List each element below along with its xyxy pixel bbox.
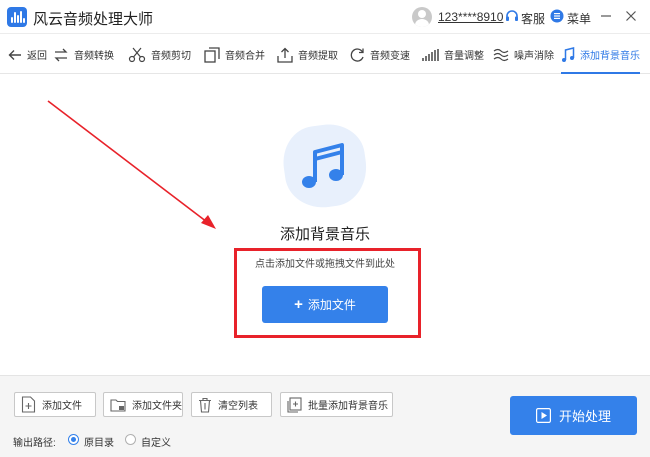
play-icon <box>535 408 551 423</box>
button-label: 添加文件夹 <box>132 401 182 412</box>
back-label: 返回 <box>27 51 47 62</box>
support-button[interactable]: 客服 <box>521 10 545 27</box>
app-logo-icon <box>7 7 27 27</box>
menu-button[interactable]: 菜单 <box>567 10 591 27</box>
tab-audio-cut[interactable]: 音频剪切 <box>128 36 191 73</box>
clear-list-button[interactable]: 清空列表 <box>191 392 272 417</box>
output-path-label: 输出路径: <box>13 438 56 449</box>
headset-icon[interactable] <box>505 9 519 23</box>
radio-custom-dir[interactable] <box>125 434 136 445</box>
scissors-icon <box>128 47 146 62</box>
tab-label: 音频剪切 <box>151 51 191 62</box>
tab-audio-convert[interactable]: 音频转换 <box>53 36 114 73</box>
tab-audio-merge[interactable]: 音频合并 <box>204 36 265 73</box>
tab-audio-speed[interactable]: 音频变速 <box>349 36 410 73</box>
radio-custom-dir-label[interactable]: 自定义 <box>141 434 171 449</box>
tab-audio-extract[interactable]: 音频提取 <box>277 36 338 73</box>
merge-icon <box>204 46 220 63</box>
tab-label: 噪声消除 <box>514 51 554 62</box>
avatar[interactable] <box>412 7 432 27</box>
add-folder-icon <box>110 398 126 412</box>
batch-icon <box>287 396 302 413</box>
add-folder-button[interactable]: 添加文件夹 <box>103 392 183 417</box>
tab-label: 音频合并 <box>225 51 265 62</box>
batch-add-bgm-button[interactable]: 批量添加背景音乐 <box>280 392 393 417</box>
tab-volume-adjust[interactable]: 音量调整 <box>422 36 484 73</box>
button-label: 批量添加背景音乐 <box>308 401 388 412</box>
extract-icon <box>277 47 293 63</box>
button-label: 添加文件 <box>42 401 82 412</box>
radio-original-dir-label[interactable]: 原目录 <box>84 434 114 449</box>
tab-label: 音频提取 <box>298 51 338 62</box>
speed-icon <box>350 47 364 62</box>
app-title: 风云音频处理大师 <box>33 11 154 28</box>
tab-label: 音频转换 <box>74 51 114 62</box>
back-arrow-icon <box>8 49 21 60</box>
tab-label: 音量调整 <box>444 51 484 62</box>
convert-icon <box>54 48 68 61</box>
music-note-icon <box>562 46 575 62</box>
tab-noise-removal[interactable]: 噪声消除 <box>493 36 554 73</box>
drop-zone[interactable]: 添加背景音乐 点击添加文件或拖拽文件到此处 + 添加文件 <box>0 75 650 375</box>
noise-icon <box>493 48 509 61</box>
tab-add-bgm[interactable]: 添加背景音乐 <box>561 36 640 74</box>
annotation-arrow-icon <box>47 100 216 229</box>
button-label: 清空列表 <box>218 401 258 412</box>
bottom-add-file-button[interactable]: 添加文件 <box>14 392 96 417</box>
title-bar: 风云音频处理大师 123****8910 客服 菜单 <box>0 0 650 34</box>
add-file-icon <box>21 396 36 413</box>
volume-bars-icon <box>422 48 439 61</box>
username-link[interactable]: 123****8910 <box>438 10 503 24</box>
bottom-panel: 添加文件 添加文件夹 清空列表 批量添加背景音乐 开始处理 输出路径: 原目录 … <box>0 375 650 457</box>
back-button[interactable]: 返回 <box>8 36 47 73</box>
trash-icon <box>199 397 211 413</box>
tab-label: 音频变速 <box>370 51 410 62</box>
minimize-icon[interactable] <box>596 6 616 26</box>
radio-original-dir[interactable] <box>68 434 79 445</box>
start-process-button[interactable]: 开始处理 <box>510 396 637 435</box>
start-process-label: 开始处理 <box>558 409 611 424</box>
tab-label: 添加背景音乐 <box>580 51 640 62</box>
function-toolbar: 返回 音频转换 音频剪切 音频合并 音频提取 音频变速 音量调整 噪声消除 添加… <box>0 36 650 74</box>
close-icon[interactable] <box>621 6 641 26</box>
menu-icon[interactable] <box>550 9 564 23</box>
